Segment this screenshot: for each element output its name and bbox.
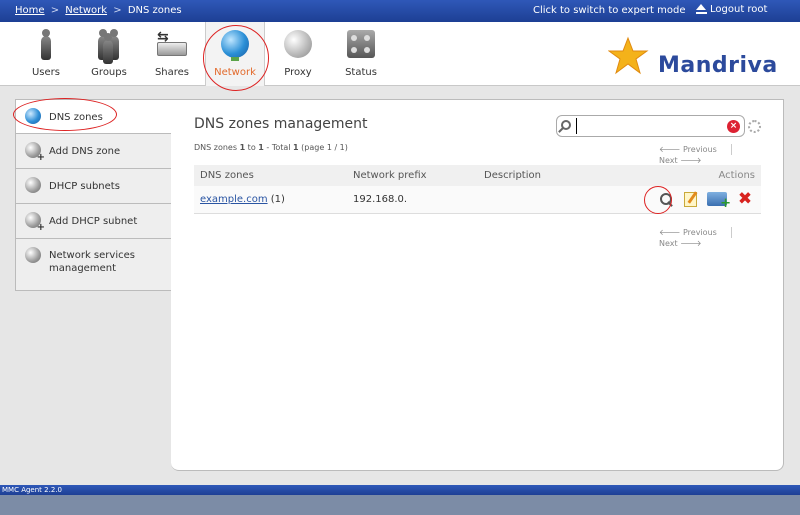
add-globe-icon bbox=[25, 142, 45, 163]
column-header: Network prefix bbox=[347, 165, 478, 186]
eject-icon bbox=[696, 4, 707, 15]
zone-cell: example.com (1) bbox=[194, 186, 347, 214]
sidebar-item-label: DHCP subnets bbox=[49, 181, 120, 192]
highlight-ring bbox=[644, 186, 672, 214]
status-icon bbox=[344, 28, 378, 62]
dns-zones-table: DNS zones Network prefix Description Act… bbox=[194, 165, 761, 214]
table-row: example.com (1) 192.168.0. ✖ bbox=[194, 186, 761, 214]
groups-icon bbox=[92, 28, 126, 64]
highlight-ring bbox=[203, 25, 269, 91]
prefix-cell: 192.168.0. bbox=[347, 186, 478, 214]
module-users-label: Users bbox=[31, 67, 60, 78]
previous-link[interactable]: 🡐 Previous bbox=[659, 144, 717, 154]
top-bar: Home > Network > DNS zones Click to swit… bbox=[0, 0, 800, 22]
next-link[interactable]: Next 🡒 bbox=[659, 155, 702, 165]
search-input[interactable] bbox=[576, 118, 726, 134]
loading-spinner-icon bbox=[748, 120, 761, 133]
previous-link[interactable]: 🡐 Previous bbox=[659, 227, 717, 237]
footer: MMC Agent 2.2.0 bbox=[0, 485, 800, 495]
search-box: × bbox=[556, 115, 745, 137]
module-status-label: Status bbox=[345, 67, 377, 78]
column-header: Description bbox=[478, 165, 621, 186]
breadcrumb-separator: > bbox=[113, 5, 122, 16]
expert-mode-link[interactable]: Click to switch to expert mode bbox=[533, 5, 686, 16]
table-header: DNS zones Network prefix Description Act… bbox=[194, 165, 761, 186]
column-header: Actions bbox=[621, 165, 761, 186]
version-label: MMC Agent 2.2.0 bbox=[2, 486, 62, 494]
pager-bottom: 🡐 Previous Next 🡒 bbox=[659, 227, 783, 248]
zone-link[interactable]: example.com bbox=[200, 194, 268, 205]
zone-count: (1) bbox=[267, 193, 285, 205]
add-host-icon[interactable] bbox=[707, 192, 731, 211]
sidebar-item-label: Add DHCP subnet bbox=[49, 216, 138, 227]
module-status[interactable]: Status bbox=[331, 22, 391, 86]
logout-link[interactable]: Logout root bbox=[696, 4, 767, 15]
module-shares-label: Shares bbox=[154, 67, 190, 78]
services-globe-icon bbox=[25, 247, 41, 263]
actions-cell: ✖ bbox=[621, 186, 761, 214]
sidebar-item-label: Network services management bbox=[49, 250, 135, 274]
highlight-ring bbox=[13, 98, 117, 131]
result-count: DNS zones 1 to 1 - Total 1 (page 1 / 1) bbox=[194, 143, 348, 152]
module-groups[interactable]: Groups bbox=[79, 22, 139, 86]
module-groups-label: Groups bbox=[91, 67, 127, 78]
sidebar-item-dhcp-subnets[interactable]: DHCP subnets bbox=[15, 169, 172, 204]
add-globe-icon bbox=[25, 212, 45, 233]
breadcrumb-network-link[interactable]: Network bbox=[65, 5, 107, 16]
description-cell bbox=[478, 186, 621, 214]
next-link[interactable]: Next 🡒 bbox=[659, 238, 702, 248]
column-header: DNS zones bbox=[194, 165, 347, 186]
sidebar-item-label: Add DNS zone bbox=[49, 146, 121, 157]
logout-label: Logout root bbox=[710, 4, 768, 15]
mandriva-logo: Mandriva bbox=[658, 53, 778, 78]
edit-zone-icon[interactable] bbox=[684, 191, 697, 207]
search-icon[interactable] bbox=[561, 120, 571, 130]
breadcrumb: Home > Network > DNS zones bbox=[15, 5, 182, 16]
dhcp-globe-icon bbox=[25, 177, 41, 193]
users-icon bbox=[29, 28, 63, 62]
module-proxy-label: Proxy bbox=[284, 67, 312, 78]
sidebar-item-add-dhcp-subnet[interactable]: Add DHCP subnet bbox=[15, 204, 172, 239]
breadcrumb-current: DNS zones bbox=[127, 5, 182, 16]
clear-search-icon[interactable]: × bbox=[727, 120, 740, 133]
module-shares[interactable]: ⇆ Shares bbox=[142, 22, 202, 86]
module-proxy[interactable]: Proxy bbox=[268, 22, 328, 86]
bottom-bar bbox=[0, 495, 800, 515]
module-users[interactable]: Users bbox=[16, 22, 76, 86]
proxy-icon bbox=[281, 28, 315, 62]
sidebar-item-network-services[interactable]: Network services management bbox=[15, 239, 172, 291]
shares-icon: ⇆ bbox=[155, 28, 189, 62]
breadcrumb-separator: > bbox=[50, 5, 60, 16]
main-panel: DNS zones management × DNS zones 1 to 1 … bbox=[171, 99, 784, 471]
sidebar-item-add-dns-zone[interactable]: Add DNS zone bbox=[15, 134, 172, 169]
delete-zone-icon[interactable]: ✖ bbox=[737, 191, 753, 208]
breadcrumb-home-link[interactable]: Home bbox=[15, 5, 45, 16]
pager-top: 🡐 Previous Next 🡒 bbox=[659, 144, 783, 165]
page-title: DNS zones management bbox=[194, 116, 368, 132]
